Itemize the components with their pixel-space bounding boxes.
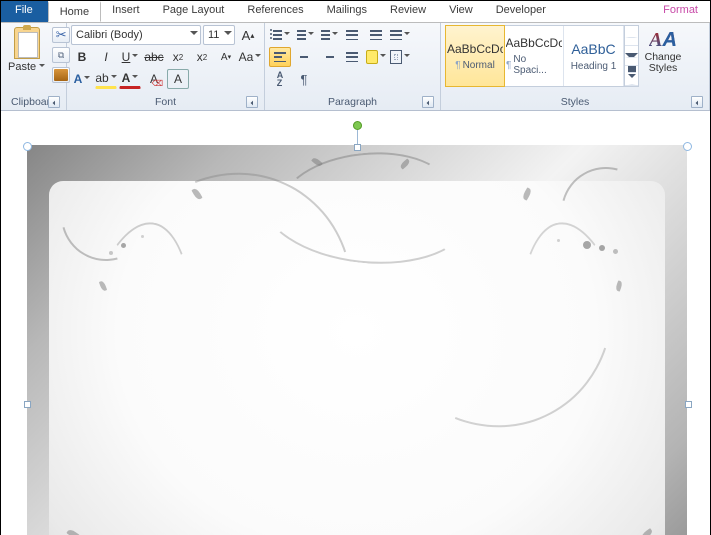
rotate-connector <box>357 130 358 144</box>
multilevel-button[interactable] <box>317 25 339 45</box>
tab-format[interactable]: Format <box>652 1 710 22</box>
border-icon <box>390 50 402 64</box>
resize-handle-nw[interactable] <box>23 142 32 151</box>
justify-button[interactable] <box>341 47 363 67</box>
resize-handle-w[interactable] <box>24 401 31 408</box>
clipboard-icon <box>14 27 40 59</box>
sort-button[interactable]: AZ <box>269 69 291 89</box>
chevron-up-icon <box>625 33 638 38</box>
change-styles-label: Change Styles <box>645 52 682 74</box>
style-normal[interactable]: AaBbCcDc ¶Normal <box>445 25 505 87</box>
change-case-button[interactable]: Aa <box>239 47 261 67</box>
ribbon: Paste ✂ ⧉ Clipboard Calibri (Body) 11 A▴… <box>1 23 710 111</box>
paint-bucket-icon <box>366 50 378 64</box>
resize-handle-e[interactable] <box>685 401 692 408</box>
style-preview: AaBbCcDc <box>447 42 503 56</box>
tab-home[interactable]: Home <box>48 1 101 22</box>
tab-file[interactable]: File <box>1 1 48 22</box>
group-font: Calibri (Body) 11 A▴ B I U abc x2 x2 A▾ … <box>67 23 265 110</box>
strikethrough-button[interactable]: abc <box>143 47 165 67</box>
highlight-button[interactable]: ab <box>95 69 117 89</box>
decrease-indent-button[interactable] <box>341 25 363 45</box>
change-styles-button[interactable]: AA Change Styles <box>643 25 683 74</box>
increase-indent-button[interactable] <box>365 25 387 45</box>
borders-button[interactable] <box>389 47 411 67</box>
change-styles-icon: AA <box>649 29 677 52</box>
styles-group-label: Styles <box>561 96 590 108</box>
tab-page-layout[interactable]: Page Layout <box>152 1 237 22</box>
numbering-button[interactable] <box>293 25 315 45</box>
paste-button[interactable]: Paste <box>5 25 48 75</box>
paragraph-group-label: Paragraph <box>328 96 377 108</box>
font-name-combo[interactable]: Calibri (Body) <box>71 25 201 45</box>
font-group-label: Font <box>155 96 176 108</box>
style-label: No Spaci... <box>513 54 561 76</box>
ribbon-tabs: File Home Insert Page Layout References … <box>1 1 710 23</box>
resize-handle-ne[interactable] <box>683 142 692 151</box>
tab-review[interactable]: Review <box>379 1 438 22</box>
style-no-spacing[interactable]: AaBbCcDc ¶No Spaci... <box>504 26 564 86</box>
tab-developer[interactable]: Developer <box>485 1 558 22</box>
chevron-down-icon <box>224 31 232 39</box>
resize-handle-n[interactable] <box>354 144 361 151</box>
line-spacing-button[interactable] <box>389 25 411 45</box>
chevron-down-icon <box>625 53 638 58</box>
group-paragraph: AZ ¶ Paragraph <box>265 23 441 110</box>
font-size-value: 11 <box>208 29 219 41</box>
font-launcher[interactable] <box>246 96 258 108</box>
align-left-button[interactable] <box>269 47 291 67</box>
scissors-icon: ✂ <box>56 27 67 43</box>
paste-dropdown-icon <box>39 64 45 70</box>
clipboard-launcher[interactable] <box>48 96 60 108</box>
style-heading1[interactable]: AaBbC Heading 1 <box>564 26 624 86</box>
show-marks-button[interactable]: ¶ <box>293 69 315 89</box>
tab-references[interactable]: References <box>236 1 315 22</box>
styles-gallery-scroll[interactable] <box>624 26 638 86</box>
clear-formatting-button[interactable]: A⌫ <box>143 69 165 89</box>
underline-button[interactable]: U <box>119 47 141 67</box>
rotate-handle[interactable] <box>353 121 362 130</box>
style-label: Heading 1 <box>571 61 617 72</box>
align-center-button[interactable] <box>293 47 315 67</box>
tab-view[interactable]: View <box>438 1 485 22</box>
character-border-button[interactable]: A <box>167 69 189 89</box>
subscript-button[interactable]: x2 <box>167 47 189 67</box>
group-clipboard: Paste ✂ ⧉ Clipboard <box>1 23 67 110</box>
bold-button[interactable]: B <box>71 47 93 67</box>
style-preview: AaBbC <box>566 41 622 57</box>
style-preview: AaBbCcDc <box>506 36 562 50</box>
tab-mailings[interactable]: Mailings <box>316 1 379 22</box>
paragraph-launcher[interactable] <box>422 96 434 108</box>
bullets-button[interactable] <box>269 25 291 45</box>
style-label: Normal <box>463 60 495 71</box>
font-color-button[interactable]: A <box>119 69 141 89</box>
text-effects-button[interactable]: A <box>71 69 93 89</box>
styles-launcher[interactable] <box>691 96 703 108</box>
italic-button[interactable]: I <box>95 47 117 67</box>
align-right-button[interactable] <box>317 47 339 67</box>
superscript-button[interactable]: x2 <box>191 47 213 67</box>
chevron-down-icon <box>190 31 198 39</box>
shading-button[interactable] <box>365 47 387 67</box>
tab-insert[interactable]: Insert <box>101 1 152 22</box>
document-area[interactable] <box>1 111 710 535</box>
font-name-value: Calibri (Body) <box>76 29 143 41</box>
font-size-combo[interactable]: 11 <box>203 25 235 45</box>
pilcrow-icon: ¶ <box>301 72 308 87</box>
group-styles: AaBbCcDc ¶Normal AaBbCcDc ¶No Spaci... A… <box>441 23 710 110</box>
shrink-font-button[interactable]: A▾ <box>215 47 237 67</box>
grow-font-button[interactable]: A▴ <box>237 25 259 45</box>
styles-gallery: AaBbCcDc ¶Normal AaBbCcDc ¶No Spaci... A… <box>445 25 639 87</box>
paste-label: Paste <box>8 61 36 73</box>
